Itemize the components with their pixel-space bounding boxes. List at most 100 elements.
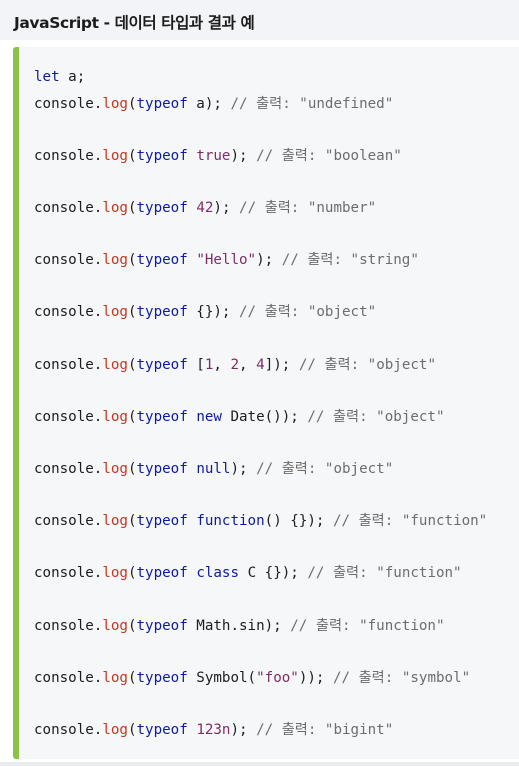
code-token: ); xyxy=(256,252,282,268)
code-token: ( xyxy=(127,670,137,686)
function-token: log xyxy=(102,252,128,268)
code-token: ); xyxy=(230,722,257,738)
code-token: console. xyxy=(34,357,103,373)
code-token: console. xyxy=(34,304,103,320)
code-token: () {}); xyxy=(264,513,333,529)
literal-token: true xyxy=(196,148,231,164)
keyword-token: typeof xyxy=(136,200,188,216)
code-line: console.log(typeof new Date()); // 출력: "… xyxy=(34,407,445,427)
keyword-token: typeof xyxy=(136,565,188,581)
code-token: console. xyxy=(34,513,103,529)
code-line: console.log(typeof 42); // 출력: "number" xyxy=(34,198,376,218)
code-line: console.log(typeof Math.sin); // 출력: "fu… xyxy=(34,616,445,636)
code-token: a); xyxy=(187,96,231,112)
comment-token: // 출력: "object" xyxy=(239,304,377,320)
code-token: console. xyxy=(34,200,103,216)
code-line: console.log(typeof {}); // 출력: "object" xyxy=(34,302,376,322)
code-token: ( xyxy=(127,304,137,320)
code-token: {}); xyxy=(187,304,240,320)
keyword-token: typeof xyxy=(136,670,188,686)
function-token: log xyxy=(102,670,128,686)
comment-token: // 출력: "object" xyxy=(307,409,445,425)
code-line: console.log(typeof Symbol("foo")); // 출력… xyxy=(34,668,470,688)
function-token: log xyxy=(102,357,128,373)
function-token: log xyxy=(102,513,128,529)
code-line: console.log(typeof [1, 2, 4]); // 출력: "o… xyxy=(34,355,436,375)
keyword-token: typeof xyxy=(136,409,188,425)
code-block: let a; console.log(typeof a); // 출력: "und… xyxy=(13,47,519,759)
code-token: ( xyxy=(127,722,137,738)
code-line: console.log(typeof class C {}); // 출력: "… xyxy=(34,563,462,583)
keyword-token: typeof xyxy=(136,304,188,320)
code-token: ); xyxy=(230,461,257,477)
keyword-token: let xyxy=(34,69,60,85)
code-token: ( xyxy=(127,618,137,634)
comment-token: // 출력: "symbol" xyxy=(333,670,471,686)
code-token: Date()); xyxy=(221,409,308,425)
function-token: log xyxy=(102,565,128,581)
code-token: console. xyxy=(34,670,103,686)
code-token: ( xyxy=(127,461,137,477)
comment-token: // 출력: "function" xyxy=(307,565,462,581)
code-token: Math.sin); xyxy=(187,618,291,634)
code-token: ]); xyxy=(264,357,299,373)
function-token: log xyxy=(102,304,128,320)
literal-token: 4 xyxy=(256,357,265,373)
code-token: console. xyxy=(34,252,103,268)
code-token: ( xyxy=(127,252,137,268)
code-token: ( xyxy=(127,200,137,216)
code-line: console.log(typeof true); // 출력: "boolea… xyxy=(34,146,402,166)
string-token: "Hello" xyxy=(196,252,257,268)
keyword-token: typeof xyxy=(136,357,188,373)
keyword-token: typeof xyxy=(136,252,188,268)
function-token: log xyxy=(102,96,128,112)
code-token: , xyxy=(213,357,231,373)
code-token: ( xyxy=(127,513,137,529)
function-token: log xyxy=(102,409,128,425)
keyword-token: typeof xyxy=(136,148,188,164)
comment-token: // 출력: "object" xyxy=(256,461,394,477)
code-line: console.log(typeof null); // 출력: "object… xyxy=(34,459,393,479)
code-token: C {}); xyxy=(239,565,308,581)
literal-token: 2 xyxy=(230,357,240,373)
keyword-token: typeof xyxy=(136,618,188,634)
code-line: console.log(typeof "Hello"); // 출력: "str… xyxy=(34,250,419,270)
comment-token: // 출력: "string" xyxy=(281,252,419,268)
keyword-token: typeof xyxy=(136,96,188,112)
comment-token: // 출력: "number" xyxy=(239,200,377,216)
comment-token: // 출력: "function" xyxy=(333,513,488,529)
code-token: ( xyxy=(127,565,137,581)
code-token: Symbol( xyxy=(187,670,257,686)
code-token: console. xyxy=(34,565,103,581)
literal-token: 123n xyxy=(196,722,231,738)
code-token: ); xyxy=(230,148,257,164)
comment-token: // 출력: "object" xyxy=(298,357,437,373)
code-token: console. xyxy=(34,722,103,738)
code-token: console. xyxy=(34,148,103,164)
snippet-header: JavaScript - 데이터 타입과 결과 예 xyxy=(0,0,519,40)
keyword-token: typeof xyxy=(136,722,188,738)
code-token: console. xyxy=(34,618,103,634)
comment-token: // 출력: "bigint" xyxy=(256,722,394,738)
keyword-token: function xyxy=(196,513,265,529)
code-token: ( xyxy=(127,148,137,164)
bottom-divider xyxy=(0,762,519,766)
keyword-token: typeof xyxy=(136,513,188,529)
code-token: ( xyxy=(127,96,137,112)
code-token: ( xyxy=(127,409,137,425)
keyword-token: null xyxy=(196,461,231,477)
literal-token: 42 xyxy=(196,200,214,216)
comment-token: // 출력: "function" xyxy=(290,618,445,634)
function-token: log xyxy=(102,722,128,738)
function-token: log xyxy=(102,461,128,477)
code-token: )); xyxy=(298,670,333,686)
code-token: console. xyxy=(34,96,103,112)
code-token: , xyxy=(239,357,257,373)
code-token: ( xyxy=(127,357,137,373)
function-token: log xyxy=(102,148,128,164)
function-token: log xyxy=(102,618,128,634)
code-line: console.log(typeof 123n); // 출력: "bigint… xyxy=(34,720,393,740)
snippet-title: JavaScript - 데이터 타입과 결과 예 xyxy=(14,14,255,32)
code-line: let a; xyxy=(34,67,85,87)
string-token: "foo" xyxy=(256,670,299,686)
